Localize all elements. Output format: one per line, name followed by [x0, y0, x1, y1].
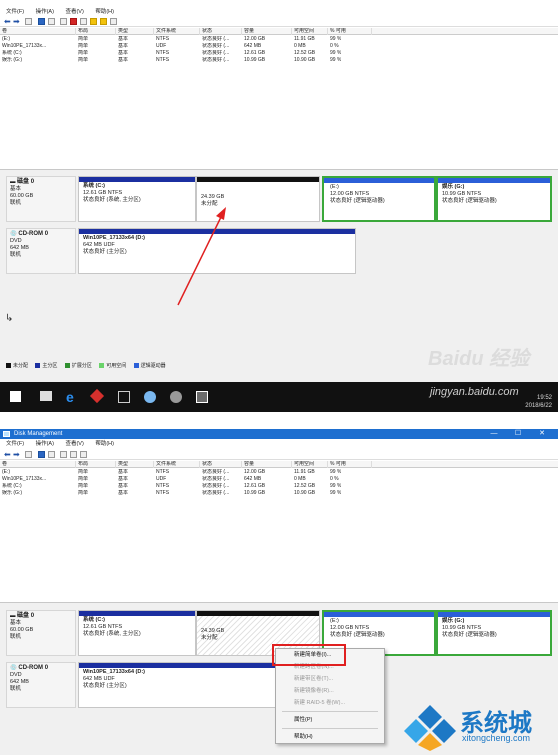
console-icon[interactable]: [118, 391, 130, 403]
list-view-icon[interactable]: [80, 451, 87, 458]
title-bar-2: Disk Management — ☐ ✕: [0, 429, 558, 439]
table-row[interactable]: Win10PE_17133x... 简单 基本 UDF 状态良好 (... 64…: [0, 43, 558, 50]
close-button[interactable]: ✕: [534, 429, 550, 439]
delete-icon[interactable]: [70, 18, 77, 25]
col-status[interactable]: 状态: [200, 28, 242, 35]
help-icon[interactable]: [48, 451, 55, 458]
disk0-label[interactable]: ▬ 磁盘 0 基本 60.00 GB 联机: [6, 176, 76, 222]
file-explorer-icon[interactable]: [40, 391, 52, 401]
mouse-cursor-icon: ↳: [5, 313, 14, 324]
col-type[interactable]: 类型: [116, 461, 154, 468]
check-icon[interactable]: [70, 451, 77, 458]
back-arrow-icon[interactable]: ⬅: [4, 451, 11, 459]
connect-icon[interactable]: [60, 451, 67, 458]
table-row[interactable]: 系统 (C:) 简单 基本 NTFS 状态良好 (... 12.61 GB 12…: [0, 483, 558, 490]
table-row[interactable]: 娱乐 (G:) 简单 基本 NTFS 状态良好 (... 10.99 GB 10…: [0, 57, 558, 64]
clock[interactable]: 19:52 2018/6/22: [492, 394, 552, 410]
cdrom0-label[interactable]: 💿 CD-ROM 0 DVD 642 MB 联机: [6, 228, 76, 274]
col-layout[interactable]: 布局: [76, 28, 116, 35]
partition-g[interactable]: 娱乐 (G:) 10.99 GB NTFS 状态良好 (逻辑驱动器): [436, 610, 552, 656]
disk-management-taskbar-icon[interactable]: [196, 391, 208, 403]
help-icon[interactable]: [48, 18, 55, 25]
tools-icon[interactable]: [170, 391, 182, 403]
col-layout[interactable]: 布局: [76, 461, 116, 468]
disk-icon: ▬: [10, 179, 18, 185]
toolbar-1: ⬅ ➡: [0, 17, 558, 27]
menu-file[interactable]: 文件(F): [6, 441, 24, 447]
table-row[interactable]: Win10PE_17133x... 简单 基本 UDF 状态良好 (... 64…: [0, 476, 558, 483]
menu-separator: [282, 728, 378, 729]
menu-action[interactable]: 操作(A): [36, 9, 54, 15]
menu-item-new-mirrored-volume: 新建镜像卷(R)...: [294, 688, 334, 694]
menu-item-new-striped-volume: 新建带区卷(T)...: [294, 676, 334, 682]
col-volume[interactable]: 卷: [0, 28, 76, 35]
col-free[interactable]: 可用空间: [292, 461, 328, 468]
app-icon: [3, 431, 10, 437]
partition-e[interactable]: (E:) 12.00 GB NTFS 状态良好 (逻辑驱动器): [322, 176, 436, 222]
disk-icon: ▬: [10, 613, 18, 619]
table-row[interactable]: (E:) 简单 基本 NTFS 状态良好 (... 12.00 GB 11.91…: [0, 36, 558, 43]
col-capacity[interactable]: 容量: [242, 28, 292, 35]
col-pct[interactable]: % 可用: [328, 28, 372, 35]
disk0-label[interactable]: ▬ 磁盘 0 基本 60.00 GB 联机: [6, 610, 76, 656]
window-title: Disk Management: [14, 431, 63, 437]
table-row[interactable]: (E:) 简单 基本 NTFS 状态良好 (... 12.00 GB 11.91…: [0, 469, 558, 476]
col-free[interactable]: 可用空间: [292, 28, 328, 35]
app-red-icon[interactable]: [89, 388, 105, 404]
brand-url: xitongcheng.com: [462, 733, 531, 743]
partition-d[interactable]: Win10PE_17133x64 (D:) 642 MB UDF 状态良好 (主…: [78, 228, 356, 274]
volume-header-2: 卷 布局 类型 文件系统 状态 容量 可用空间 % 可用: [0, 461, 558, 468]
table-row[interactable]: 系统 (C:) 简单 基本 NTFS 状态良好 (... 12.61 GB 12…: [0, 50, 558, 57]
console-tree-icon[interactable]: [25, 18, 32, 25]
menu-item-help[interactable]: 帮助(H): [276, 731, 384, 743]
connect-icon[interactable]: [60, 18, 67, 25]
menu-separator: [282, 711, 378, 712]
col-type[interactable]: 类型: [116, 28, 154, 35]
minimize-button[interactable]: —: [486, 429, 502, 439]
back-arrow-icon[interactable]: ⬅: [4, 18, 11, 26]
menu-view[interactable]: 查看(V): [65, 441, 83, 447]
xitongcheng-logo-icon: [404, 705, 456, 751]
partition-c[interactable]: 系统 (C:) 12.61 GB NTFS 状态良好 (系统, 主分区): [78, 176, 196, 222]
properties-icon[interactable]: [38, 18, 45, 25]
cdrom0-label[interactable]: 💿 CD-ROM 0 DVD 642 MB 联机: [6, 662, 76, 708]
menu-help[interactable]: 帮助(H): [95, 9, 114, 15]
toolbar-2: ⬅ ➡: [0, 450, 558, 460]
col-pct[interactable]: % 可用: [328, 461, 372, 468]
menu-help[interactable]: 帮助(H): [95, 441, 114, 447]
network-icon[interactable]: [144, 391, 156, 403]
menu-item-new-raid5-volume: 新建 RAID-5 卷(W)...: [294, 700, 346, 706]
folder-icon[interactable]: [90, 18, 97, 25]
menu-action[interactable]: 操作(A): [36, 441, 54, 447]
menu-bar-2: 文件(F) 操作(A) 查看(V) 帮助(H): [0, 440, 558, 448]
check-icon[interactable]: [80, 18, 87, 25]
edge-icon[interactable]: e: [66, 390, 78, 404]
menu-bar-1: 文件(F) 操作(A) 查看(V) 帮助(H): [0, 8, 558, 16]
forward-arrow-icon[interactable]: ➡: [13, 451, 20, 459]
console-tree-icon[interactable]: [25, 451, 32, 458]
legend-1: 未分配 主分区 扩展分区 可用空间 逻辑驱动器: [6, 363, 172, 369]
table-row[interactable]: 娱乐 (G:) 简单 基本 NTFS 状态良好 (... 10.99 GB 10…: [0, 490, 558, 497]
col-capacity[interactable]: 容量: [242, 461, 292, 468]
col-status[interactable]: 状态: [200, 461, 242, 468]
taskbar: e jingyan.baidu.com 19:52 2018/6/22: [0, 382, 558, 412]
list-view-icon[interactable]: [110, 18, 117, 25]
start-icon[interactable]: [10, 391, 21, 402]
baidu-watermark: Baidu 经验: [428, 348, 530, 370]
partition-unallocated[interactable]: 24.39 GB 未分配: [196, 176, 320, 222]
highlight-box: [272, 644, 346, 666]
menu-file[interactable]: 文件(F): [6, 9, 24, 15]
partition-g[interactable]: 娱乐 (G:) 10.99 GB NTFS 状态良好 (逻辑驱动器): [436, 176, 552, 222]
menu-item-properties[interactable]: 属性(P): [276, 714, 384, 726]
col-fs[interactable]: 文件系统: [154, 28, 200, 35]
explore-icon[interactable]: [100, 18, 107, 25]
forward-arrow-icon[interactable]: ➡: [13, 18, 20, 26]
maximize-button[interactable]: ☐: [510, 429, 526, 439]
partition-c[interactable]: 系统 (C:) 12.61 GB NTFS 状态良好 (系统, 主分区): [78, 610, 196, 656]
col-volume[interactable]: 卷: [0, 461, 76, 468]
col-fs[interactable]: 文件系统: [154, 461, 200, 468]
menu-view[interactable]: 查看(V): [65, 9, 83, 15]
properties-icon[interactable]: [38, 451, 45, 458]
volume-header-1: 卷 布局 类型 文件系统 状态 容量 可用空间 % 可用: [0, 28, 558, 35]
